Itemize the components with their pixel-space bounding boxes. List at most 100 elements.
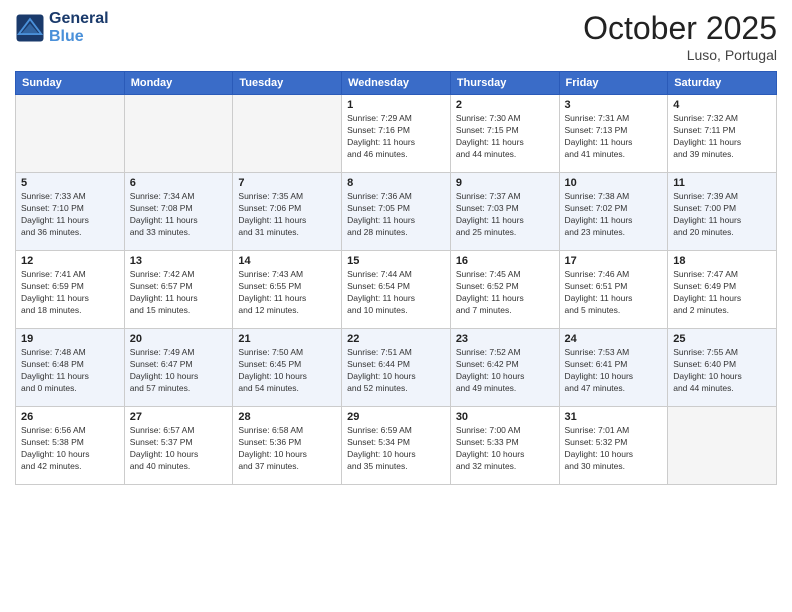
calendar-cell: 9Sunrise: 7:37 AM Sunset: 7:03 PM Daylig…	[450, 173, 559, 251]
day-number: 23	[456, 333, 554, 345]
day-number: 24	[565, 333, 663, 345]
weekday-header-row: SundayMondayTuesdayWednesdayThursdayFrid…	[16, 72, 777, 95]
month-title: October 2025	[583, 10, 777, 47]
calendar-table: SundayMondayTuesdayWednesdayThursdayFrid…	[15, 71, 777, 485]
calendar-cell: 23 Sunrise: 7:52 AM Sunset: 6:42 PM Dayli…	[450, 329, 559, 407]
calendar-cell: 11 Sunrise: 7:39 AM Sunset: 7:00 PM Dayli…	[668, 173, 777, 251]
day-number: 14	[238, 255, 336, 267]
day-detail: Sunrise: 7:39 AM Sunset: 7:00 PM Dayligh…	[673, 191, 771, 239]
day-number: 19	[21, 333, 119, 345]
calendar-cell: 3Sunrise: 7:31 AM Sunset: 7:13 PM Daylig…	[559, 95, 668, 173]
header: General Blue October 2025 Luso, Portugal	[15, 10, 777, 63]
day-number: 18	[673, 255, 771, 267]
day-number: 25	[673, 333, 771, 345]
day-detail: Sunrise: 7:00 AM Sunset: 5:33 PM Dayligh…	[456, 425, 554, 473]
day-detail: Sunrise: 7:51 AM Sunset: 6:44 PM Dayligh…	[347, 347, 445, 395]
day-detail: Sunrise: 7:36 AM Sunset: 7:05 PM Dayligh…	[347, 191, 445, 239]
location-subtitle: Luso, Portugal	[583, 47, 777, 63]
day-number: 26	[21, 411, 119, 423]
calendar-week-row: 12 Sunrise: 7:41 AM Sunset: 6:59 PM Dayli…	[16, 251, 777, 329]
day-detail: Sunrise: 7:35 AM Sunset: 7:06 PM Dayligh…	[238, 191, 336, 239]
day-detail: Sunrise: 7:48 AM Sunset: 6:48 PM Dayligh…	[21, 347, 119, 395]
calendar-cell: 29 Sunrise: 6:59 AM Sunset: 5:34 PM Dayli…	[342, 407, 451, 485]
day-detail: Sunrise: 7:45 AM Sunset: 6:52 PM Dayligh…	[456, 269, 554, 317]
day-number: 31	[565, 411, 663, 423]
day-detail: Sunrise: 7:31 AM Sunset: 7:13 PM Dayligh…	[565, 113, 663, 161]
day-detail: Sunrise: 7:30 AM Sunset: 7:15 PM Dayligh…	[456, 113, 554, 161]
day-detail: Sunrise: 7:50 AM Sunset: 6:45 PM Dayligh…	[238, 347, 336, 395]
day-detail: Sunrise: 6:59 AM Sunset: 5:34 PM Dayligh…	[347, 425, 445, 473]
day-detail: Sunrise: 7:43 AM Sunset: 6:55 PM Dayligh…	[238, 269, 336, 317]
day-detail: Sunrise: 7:32 AM Sunset: 7:11 PM Dayligh…	[673, 113, 771, 161]
calendar-cell: 22Sunrise: 7:51 AM Sunset: 6:44 PM Dayli…	[342, 329, 451, 407]
day-detail: Sunrise: 7:42 AM Sunset: 6:57 PM Dayligh…	[130, 269, 228, 317]
calendar-cell: 20 Sunrise: 7:49 AM Sunset: 6:47 PM Dayli…	[124, 329, 233, 407]
day-number: 29	[347, 411, 445, 423]
calendar-cell: 30 Sunrise: 7:00 AM Sunset: 5:33 PM Dayli…	[450, 407, 559, 485]
calendar-cell	[16, 95, 125, 173]
day-number: 15	[347, 255, 445, 267]
calendar-cell: 31 Sunrise: 7:01 AM Sunset: 5:32 PM Dayli…	[559, 407, 668, 485]
day-detail: Sunrise: 7:01 AM Sunset: 5:32 PM Dayligh…	[565, 425, 663, 473]
calendar-cell: 28 Sunrise: 6:58 AM Sunset: 5:36 PM Dayli…	[233, 407, 342, 485]
day-number: 9	[456, 177, 554, 189]
day-detail: Sunrise: 7:47 AM Sunset: 6:49 PM Dayligh…	[673, 269, 771, 317]
day-detail: Sunrise: 7:46 AM Sunset: 6:51 PM Dayligh…	[565, 269, 663, 317]
day-number: 6	[130, 177, 228, 189]
weekday-header: Wednesday	[342, 72, 451, 95]
calendar-cell: 27 Sunrise: 6:57 AM Sunset: 5:37 PM Dayli…	[124, 407, 233, 485]
day-number: 7	[238, 177, 336, 189]
calendar-cell: 17Sunrise: 7:46 AM Sunset: 6:51 PM Dayli…	[559, 251, 668, 329]
day-number: 20	[130, 333, 228, 345]
weekday-header: Thursday	[450, 72, 559, 95]
calendar-week-row: 26 Sunrise: 6:56 AM Sunset: 5:38 PM Dayli…	[16, 407, 777, 485]
day-number: 10	[565, 177, 663, 189]
day-number: 2	[456, 99, 554, 111]
calendar-cell: 1Sunrise: 7:29 AM Sunset: 7:16 PM Daylig…	[342, 95, 451, 173]
calendar-cell: 5 Sunrise: 7:33 AM Sunset: 7:10 PM Daylig…	[16, 173, 125, 251]
day-detail: Sunrise: 7:38 AM Sunset: 7:02 PM Dayligh…	[565, 191, 663, 239]
logo: General Blue	[15, 10, 109, 45]
weekday-header: Sunday	[16, 72, 125, 95]
day-detail: Sunrise: 7:52 AM Sunset: 6:42 PM Dayligh…	[456, 347, 554, 395]
calendar-cell	[124, 95, 233, 173]
calendar-cell: 25 Sunrise: 7:55 AM Sunset: 6:40 PM Dayli…	[668, 329, 777, 407]
weekday-header: Tuesday	[233, 72, 342, 95]
calendar-cell: 4 Sunrise: 7:32 AM Sunset: 7:11 PM Daylig…	[668, 95, 777, 173]
logo-text: General Blue	[49, 10, 109, 45]
day-number: 30	[456, 411, 554, 423]
calendar-cell: 14 Sunrise: 7:43 AM Sunset: 6:55 PM Dayli…	[233, 251, 342, 329]
calendar-cell: 8Sunrise: 7:36 AM Sunset: 7:05 PM Daylig…	[342, 173, 451, 251]
day-number: 5	[21, 177, 119, 189]
calendar-cell	[668, 407, 777, 485]
day-number: 16	[456, 255, 554, 267]
day-detail: Sunrise: 7:55 AM Sunset: 6:40 PM Dayligh…	[673, 347, 771, 395]
day-detail: Sunrise: 6:57 AM Sunset: 5:37 PM Dayligh…	[130, 425, 228, 473]
calendar-cell: 10 Sunrise: 7:38 AM Sunset: 7:02 PM Dayli…	[559, 173, 668, 251]
day-number: 1	[347, 99, 445, 111]
day-detail: Sunrise: 7:41 AM Sunset: 6:59 PM Dayligh…	[21, 269, 119, 317]
day-number: 11	[673, 177, 771, 189]
title-block: October 2025 Luso, Portugal	[583, 10, 777, 63]
weekday-header: Saturday	[668, 72, 777, 95]
day-detail: Sunrise: 7:33 AM Sunset: 7:10 PM Dayligh…	[21, 191, 119, 239]
calendar-cell: 18 Sunrise: 7:47 AM Sunset: 6:49 PM Dayli…	[668, 251, 777, 329]
weekday-header: Friday	[559, 72, 668, 95]
calendar-cell: 21 Sunrise: 7:50 AM Sunset: 6:45 PM Dayli…	[233, 329, 342, 407]
day-number: 21	[238, 333, 336, 345]
day-detail: Sunrise: 7:49 AM Sunset: 6:47 PM Dayligh…	[130, 347, 228, 395]
day-number: 12	[21, 255, 119, 267]
calendar-cell: 24Sunrise: 7:53 AM Sunset: 6:41 PM Dayli…	[559, 329, 668, 407]
day-number: 28	[238, 411, 336, 423]
day-number: 13	[130, 255, 228, 267]
calendar-week-row: 5 Sunrise: 7:33 AM Sunset: 7:10 PM Daylig…	[16, 173, 777, 251]
calendar-cell: 7 Sunrise: 7:35 AM Sunset: 7:06 PM Daylig…	[233, 173, 342, 251]
calendar-cell	[233, 95, 342, 173]
day-detail: Sunrise: 7:34 AM Sunset: 7:08 PM Dayligh…	[130, 191, 228, 239]
calendar-cell: 2 Sunrise: 7:30 AM Sunset: 7:15 PM Daylig…	[450, 95, 559, 173]
day-number: 27	[130, 411, 228, 423]
day-number: 4	[673, 99, 771, 111]
calendar-cell: 12 Sunrise: 7:41 AM Sunset: 6:59 PM Dayli…	[16, 251, 125, 329]
day-detail: Sunrise: 6:58 AM Sunset: 5:36 PM Dayligh…	[238, 425, 336, 473]
day-detail: Sunrise: 6:56 AM Sunset: 5:38 PM Dayligh…	[21, 425, 119, 473]
